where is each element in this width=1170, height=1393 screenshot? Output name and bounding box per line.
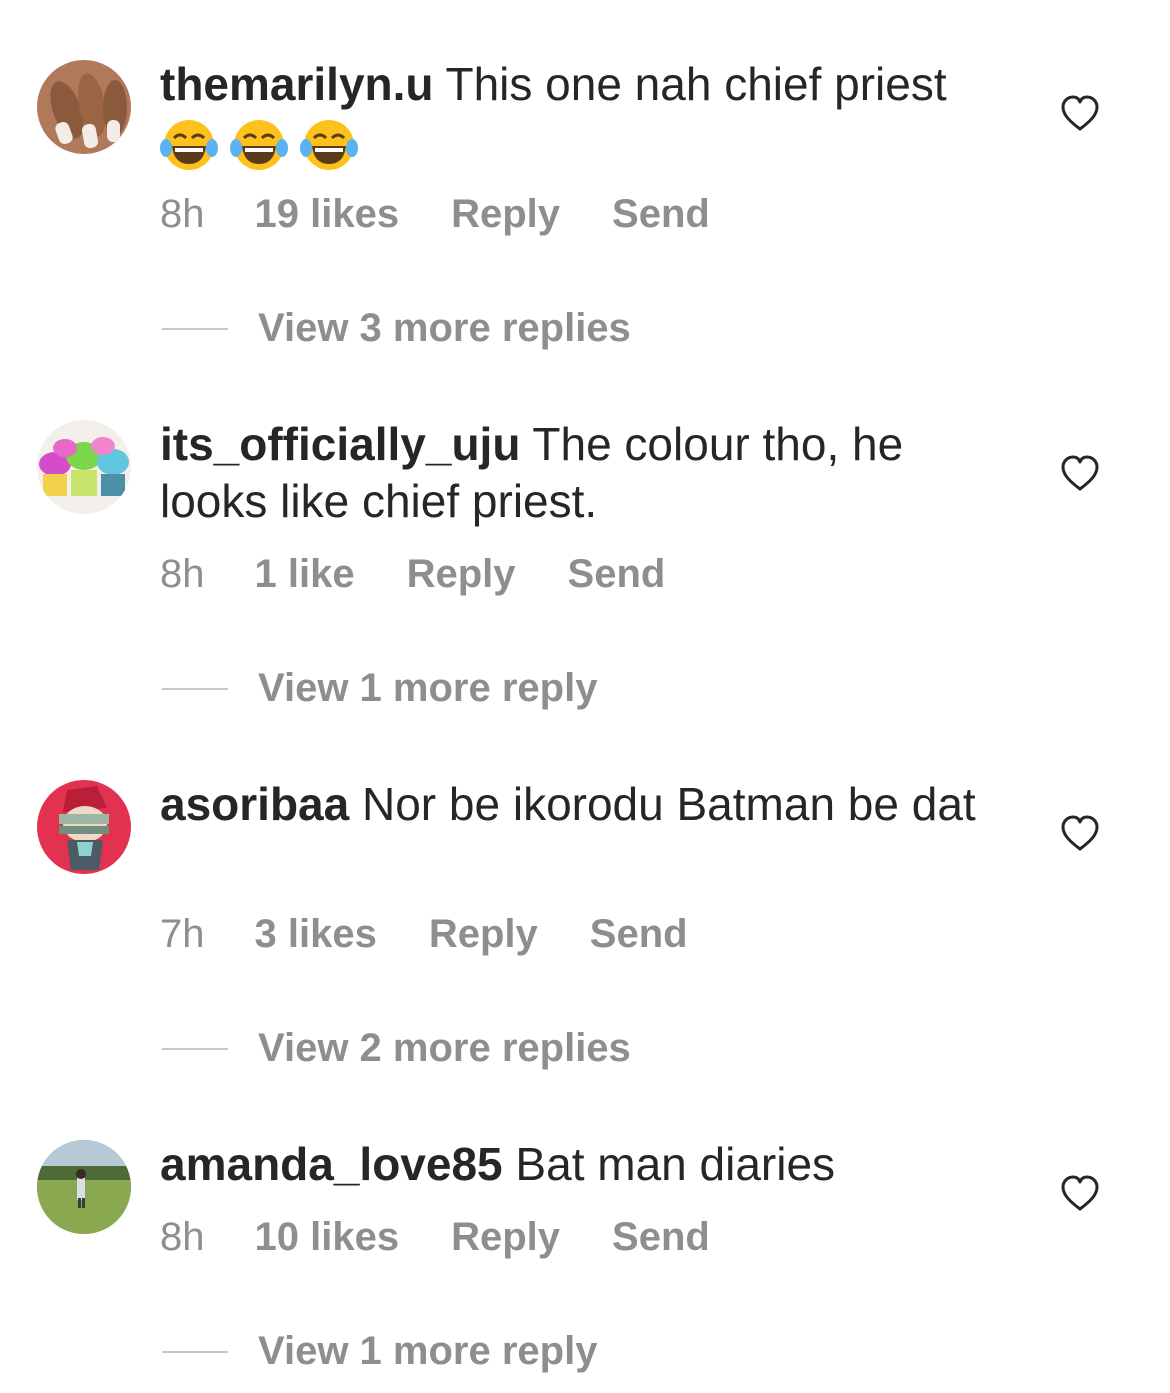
reply-button[interactable]: Reply — [451, 192, 560, 237]
view-replies-label: View 1 more reply — [258, 666, 598, 710]
comment-username[interactable]: themarilyn.u — [160, 58, 434, 110]
like-heart-icon[interactable] — [1060, 94, 1100, 134]
avatar[interactable] — [37, 780, 131, 874]
cupcakes-photo-icon — [37, 420, 131, 514]
avatar[interactable] — [37, 60, 131, 154]
send-button[interactable]: Send — [568, 552, 666, 597]
comment-username[interactable]: amanda_love85 — [160, 1138, 503, 1190]
comment-body: asoribaa Nor be ikorodu Batman be dat — [160, 776, 1020, 833]
like-heart-icon[interactable] — [1060, 814, 1100, 854]
comment-meta: 8h 19 likes Reply Send — [160, 192, 710, 237]
likes-count[interactable]: 10 likes — [255, 1215, 400, 1260]
illustration-icon — [37, 780, 131, 874]
replies-divider-line — [162, 687, 228, 690]
avatar[interactable] — [37, 1140, 131, 1234]
emoji-row — [160, 113, 1020, 170]
comment-meta: 8h 1 like Reply Send — [160, 552, 665, 597]
comment-time: 8h — [160, 1215, 205, 1259]
view-replies-button[interactable]: View 3 more replies — [162, 306, 631, 351]
reply-button[interactable]: Reply — [407, 552, 516, 597]
comment-username[interactable]: asoribaa — [160, 778, 349, 830]
comment-time: 8h — [160, 192, 205, 236]
comment-text: This one nah chief priest — [433, 58, 947, 110]
send-button[interactable]: Send — [612, 1215, 710, 1260]
view-replies-label: View 2 more replies — [258, 1026, 631, 1070]
laughing-tears-emoji-icon — [160, 119, 218, 170]
nails-photo-icon — [37, 60, 131, 154]
replies-divider-line — [162, 327, 228, 330]
reply-button[interactable]: Reply — [429, 912, 538, 957]
view-replies-button[interactable]: View 2 more replies — [162, 1026, 631, 1071]
send-button[interactable]: Send — [590, 912, 688, 957]
replies-divider-line — [162, 1350, 228, 1353]
avatar[interactable] — [37, 420, 131, 514]
likes-count[interactable]: 19 likes — [255, 192, 400, 237]
laughing-tears-emoji-icon — [300, 119, 358, 170]
like-heart-icon[interactable] — [1060, 1174, 1100, 1214]
likes-count[interactable]: 1 like — [255, 552, 355, 597]
comment-time: 8h — [160, 552, 205, 596]
like-heart-icon[interactable] — [1060, 454, 1100, 494]
send-button[interactable]: Send — [612, 192, 710, 237]
reply-button[interactable]: Reply — [451, 1215, 560, 1260]
comment-text: Bat man diaries — [502, 1138, 836, 1190]
comment-text: Nor be ikorodu Batman be dat — [349, 778, 976, 830]
laughing-tears-emoji-icon — [230, 119, 288, 170]
park-photo-icon — [37, 1140, 131, 1234]
view-replies-label: View 1 more reply — [258, 1329, 598, 1373]
comment-meta: 7h 3 likes Reply Send — [160, 912, 688, 957]
replies-divider-line — [162, 1047, 228, 1050]
comment-time: 7h — [160, 912, 205, 956]
view-replies-label: View 3 more replies — [258, 306, 631, 350]
view-replies-button[interactable]: View 1 more reply — [162, 1329, 597, 1374]
comment-body: themarilyn.u This one nah chief priest — [160, 56, 1020, 170]
comment-body: amanda_love85 Bat man diaries — [160, 1136, 1020, 1193]
likes-count[interactable]: 3 likes — [255, 912, 377, 957]
comment-body: its_officially_uju The colour tho, he lo… — [160, 416, 1020, 530]
comment-meta: 8h 10 likes Reply Send — [160, 1215, 710, 1260]
view-replies-button[interactable]: View 1 more reply — [162, 666, 597, 711]
comment-username[interactable]: its_officially_uju — [160, 418, 520, 470]
